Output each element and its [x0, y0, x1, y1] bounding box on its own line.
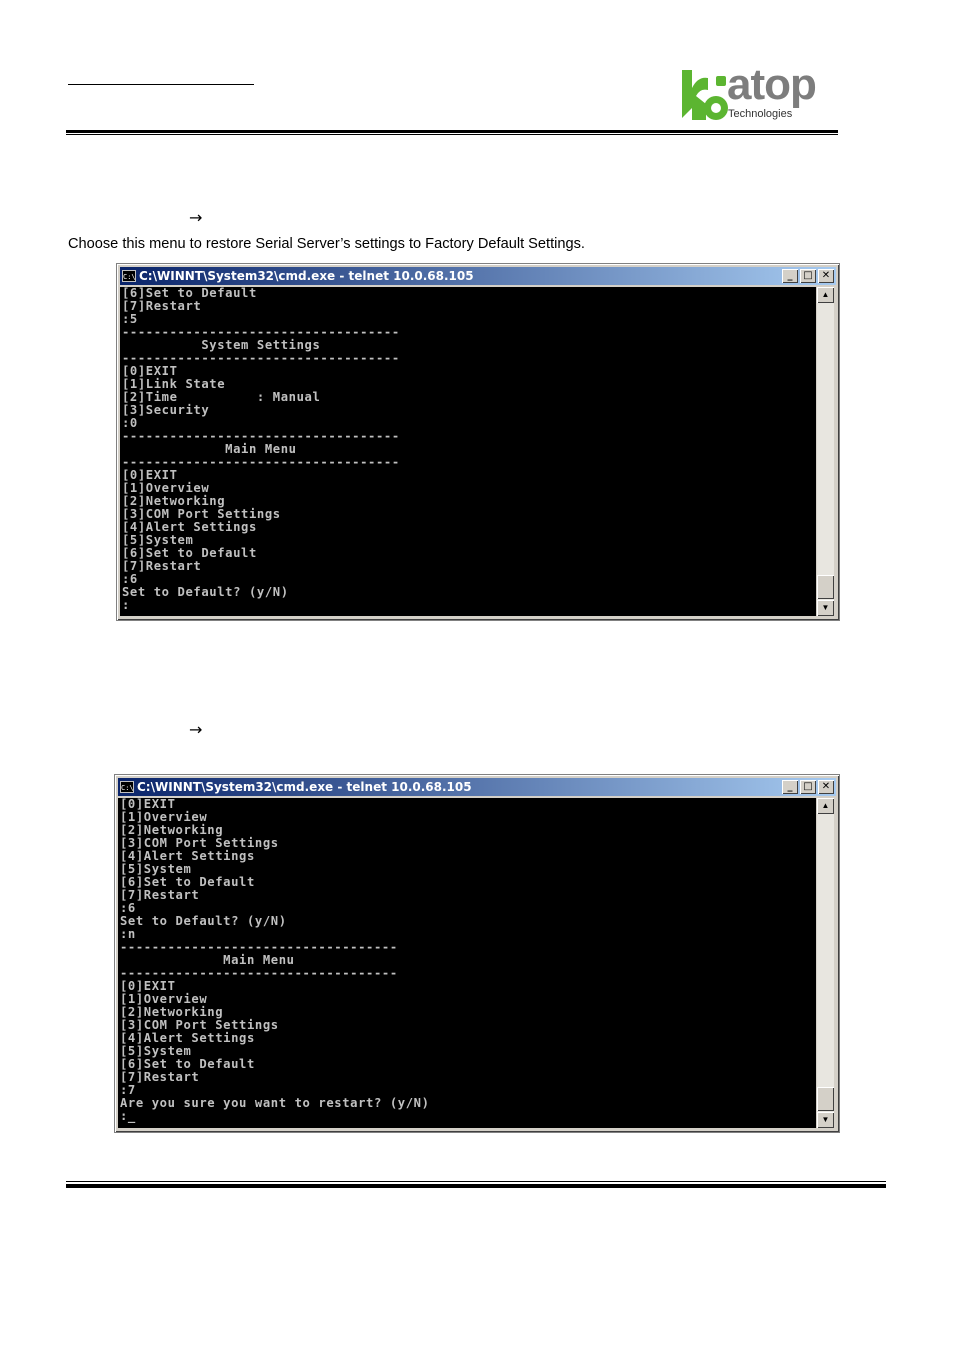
title-bar[interactable]: C:\ C:\WINNT\System32\cmd.exe - telnet 1… [118, 778, 836, 796]
scroll-thumb[interactable] [817, 1087, 834, 1111]
cmd-icon: C:\ [120, 781, 134, 793]
scroll-down-button[interactable]: ▼ [817, 600, 834, 616]
window-title: C:\WINNT\System32\cmd.exe - telnet 10.0.… [139, 269, 474, 283]
close-button[interactable]: ✕ [818, 269, 834, 283]
logo-mark-icon [682, 70, 728, 120]
close-button[interactable]: ✕ [818, 780, 834, 794]
header-underline [68, 84, 254, 85]
scroll-up-button[interactable]: ▲ [817, 798, 834, 814]
footer-rule [66, 1184, 886, 1188]
window-title: C:\WINNT\System32\cmd.exe - telnet 10.0.… [137, 780, 472, 794]
telnet-window-set-default: C:\ C:\WINNT\System32\cmd.exe - telnet 1… [116, 263, 840, 621]
cmd-icon: C:\ [122, 270, 136, 282]
arrow-icon: → [189, 720, 203, 739]
logo-wordmark: atop [727, 60, 817, 109]
scroll-down-button[interactable]: ▼ [817, 1112, 834, 1128]
title-bar[interactable]: C:\ C:\WINNT\System32\cmd.exe - telnet 1… [120, 267, 836, 285]
telnet-window-restart: C:\ C:\WINNT\System32\cmd.exe - telnet 1… [114, 774, 840, 1133]
console-output[interactable]: [6]Set to Default [7]Restart :5 --------… [120, 287, 816, 616]
console-text: [0]EXIT [1]Overview [2]Networking [3]COM… [120, 798, 430, 1123]
atop-logo: atop Technologies [678, 60, 838, 126]
section-description: Choose this menu to restore Serial Serve… [68, 236, 585, 252]
vertical-scrollbar[interactable]: ▲ ▼ [817, 798, 834, 1128]
console-output[interactable]: [0]EXIT [1]Overview [2]Networking [3]COM… [118, 798, 816, 1128]
minimize-button[interactable]: _ [782, 269, 798, 283]
minimize-button[interactable]: _ [782, 780, 798, 794]
footer-rule-thin [66, 1181, 886, 1182]
logo-tagline: Technologies [728, 108, 793, 120]
maximize-button[interactable]: □ [800, 780, 816, 794]
console-text: [6]Set to Default [7]Restart :5 --------… [122, 287, 400, 612]
vertical-scrollbar[interactable]: ▲ ▼ [817, 287, 834, 616]
maximize-button[interactable]: □ [800, 269, 816, 283]
header-rule-thin [66, 134, 838, 135]
scroll-thumb[interactable] [817, 575, 834, 599]
scroll-up-button[interactable]: ▲ [817, 287, 834, 303]
header-rule [66, 130, 838, 133]
arrow-icon: → [189, 208, 203, 227]
